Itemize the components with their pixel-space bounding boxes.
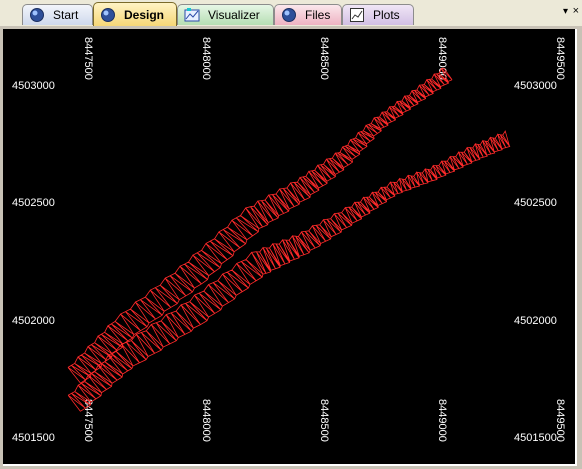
tab-bar: Start Design Visualizer Files Plots ▾ ×	[0, 0, 582, 27]
x-tick-top: 8448500	[318, 37, 330, 80]
globe-icon	[29, 7, 45, 23]
y-tick-right: 4502500	[514, 197, 557, 209]
y-tick-right: 4501500	[514, 432, 557, 444]
tab-start-label: Start	[53, 8, 79, 22]
y-tick-left: 4502500	[12, 197, 55, 209]
tab-plots-label: Plots	[373, 8, 400, 22]
x-tick-bottom: 8449000	[436, 399, 448, 442]
visualizer-icon	[184, 7, 200, 23]
plot-icon	[349, 7, 365, 23]
y-tick-right: 4503000	[514, 80, 557, 92]
globe-icon	[100, 7, 116, 23]
upper-mesh-strip	[67, 67, 453, 384]
lower-mesh-strip	[67, 130, 511, 412]
y-tick-left: 4502000	[12, 315, 55, 327]
plot-svg[interactable]: 8447500 8448000 8448500 8449000 8449500 …	[3, 29, 575, 464]
globe-icon	[281, 7, 297, 23]
x-tick-bottom: 8448000	[200, 399, 212, 442]
y-tick-left: 4501500	[12, 432, 55, 444]
x-tick-top: 8448000	[200, 37, 212, 80]
tab-files-label: Files	[305, 8, 331, 22]
tab-design-label: Design	[124, 7, 165, 22]
y-tick-left: 4503000	[12, 80, 55, 92]
x-tick-top: 8449500	[554, 37, 566, 80]
app-window: Start Design Visualizer Files Plots ▾ × …	[0, 0, 582, 469]
tab-start[interactable]: Start	[22, 4, 93, 25]
tab-design[interactable]: Design	[93, 2, 177, 26]
mesh-layer	[67, 67, 511, 412]
tab-files[interactable]: Files	[274, 4, 342, 25]
tab-visualizer[interactable]: Visualizer	[177, 4, 274, 25]
x-tick-top: 8447500	[82, 37, 94, 80]
x-tick-bottom: 8448500	[318, 399, 330, 442]
x-tick-bottom: 8447500	[82, 399, 94, 442]
close-icon[interactable]: ×	[573, 5, 579, 17]
tab-visualizer-label: Visualizer	[208, 8, 260, 22]
tab-plots[interactable]: Plots	[342, 4, 414, 25]
tab-list-dropdown[interactable]: ▾	[563, 6, 568, 17]
plot-canvas[interactable]: 8447500 8448000 8448500 8449000 8449500 …	[3, 29, 577, 466]
y-tick-right: 4502000	[514, 315, 557, 327]
